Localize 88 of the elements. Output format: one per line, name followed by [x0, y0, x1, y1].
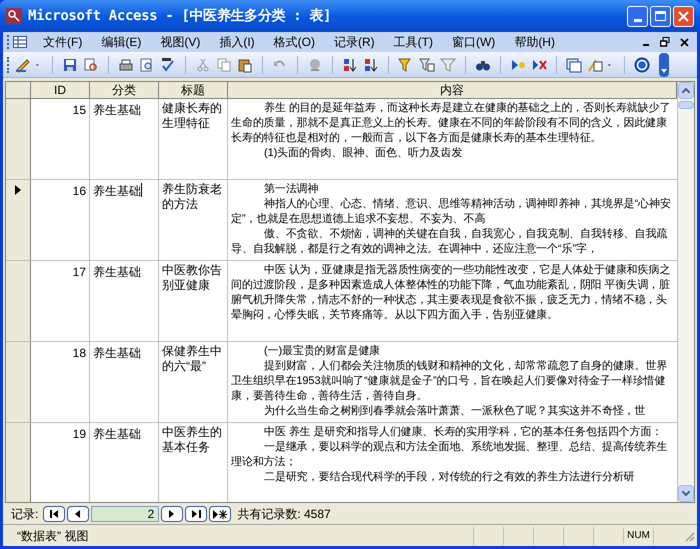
content-paragraph: 二是研究，要结合现代科学的手段，对传统的行之有效的养生方法进行分析研: [263, 470, 636, 485]
help-icon[interactable]: [634, 56, 650, 72]
toolbar-options-icon[interactable]: [659, 52, 669, 76]
scroll-down-button[interactable]: [678, 485, 694, 502]
filter-icon[interactable]: [440, 56, 456, 72]
design-view-icon[interactable]: [15, 56, 31, 72]
previous-icon[interactable]: [75, 510, 82, 518]
print-icon[interactable]: [118, 56, 134, 72]
record-number-field[interactable]: 2: [91, 506, 160, 522]
content-paragraph: 第一法调神: [263, 182, 320, 197]
menu-item[interactable]: 格式(O): [268, 33, 321, 51]
new-record-icon[interactable]: [213, 510, 228, 518]
category-cell-text: 养生基础: [93, 345, 141, 362]
filter-selection-icon[interactable]: [398, 56, 414, 72]
menu-item[interactable]: 记录(R): [328, 33, 381, 51]
content-paragraph: 养生 的目的是延年益寿，而这种长寿是建立在健康的基础之上的，否则长寿就缺少了生命的质量，那就不是真正意义上的长寿。健康在不同的年龄阶段有不同的含义，因此健康长寿的特征也是相对的，一般而言，以下各方面是健康长寿的基本生理特征。: [231, 101, 672, 146]
title-cell-text: 中医养生的基本任务: [162, 425, 223, 455]
num-lock-indicator: NUM: [623, 528, 653, 543]
close-icon[interactable]: [680, 38, 689, 46]
restore-icon[interactable]: [660, 37, 670, 47]
title-cell-text: 中医教你告别亚健康: [162, 263, 223, 293]
id-cell: 18: [31, 342, 90, 422]
window-title: Microsoft Access - [中医养生多分类 : 表]: [28, 6, 332, 26]
content-paragraph: 神指人的心理、心态、情绪、意识、思维等精神活动，调神即养神，其境界是“心神安定”，也就是在思想道德上追求不妄想、不妄为、不高: [231, 197, 672, 227]
paste-icon[interactable]: [237, 56, 253, 72]
menu-item[interactable]: 插入(I): [213, 33, 261, 51]
resize-grip-icon[interactable]: [683, 530, 695, 542]
content-paragraph: 提到财富，人们都会关注物质的钱财和精神的文化，却常常疏忽了自身的健康。世界卫生组织早在1953就叫响了“健康就是金子”的口号，旨在唤起人们要像对待金子一样珍惜健康，要善待生命，善待生活，善待自身。: [231, 359, 668, 404]
next-icon[interactable]: [169, 510, 176, 518]
record-selector[interactable]: [6, 342, 31, 422]
scroll-up-button[interactable]: [678, 82, 694, 99]
spell-check-icon[interactable]: [160, 56, 176, 72]
filter-form-icon[interactable]: [419, 56, 435, 72]
record-selector[interactable]: [6, 99, 31, 179]
first-record-icon[interactable]: [50, 510, 59, 518]
save-icon[interactable]: [62, 56, 78, 72]
category-cell-text: 养生基础: [93, 264, 141, 281]
record-selector[interactable]: [6, 423, 31, 502]
content-paragraph: 傲、不贪欲、不烦恼，调神的关键在自我，自我宽心，自我克制、自我转移、自我疏导、自我解脱，都是行之有效的调神之法。在调神中，还应注意一个“乐”字，: [231, 227, 668, 257]
new-object-icon[interactable]: [587, 56, 603, 72]
previous-record-button[interactable]: [67, 506, 90, 522]
new-record-button[interactable]: [209, 506, 232, 522]
sort-descending-icon[interactable]: [363, 56, 379, 72]
close-button[interactable]: [673, 6, 694, 26]
category-cell-text: 养生基础: [93, 426, 141, 443]
last-record-icon[interactable]: [192, 510, 201, 518]
menu-item[interactable]: 编辑(E): [95, 33, 148, 51]
content-paragraph: 一是继承，要以科学的观点和方法全面地、系统地发掘、整理、总结、提高传统养生理论和方法；: [231, 440, 668, 470]
category-cell-text: 养生基础: [93, 102, 141, 119]
menu-item[interactable]: 文件(F): [37, 33, 88, 51]
content-paragraph: 为什么当生命之树刚到春季就会落叶萧萧、一派秋色了呢？其实这并不奇怪，世: [263, 404, 647, 419]
minimize-button[interactable]: [627, 6, 648, 26]
category-cell-text: 养生基础: [93, 183, 141, 200]
current-record-icon: [15, 185, 21, 195]
database-window-icon[interactable]: [566, 56, 582, 72]
search-file-icon[interactable]: [83, 56, 99, 72]
menu-item[interactable]: 视图(V): [154, 33, 206, 51]
column-header[interactable]: 标题: [159, 82, 228, 98]
status-text: “数据表” 视图: [16, 528, 90, 544]
content-paragraph: (一)最宝贵的财富是健康: [263, 344, 382, 359]
last-record-button[interactable]: [185, 506, 208, 522]
next-record-button[interactable]: [161, 506, 184, 522]
content-paragraph: 中医 认为，亚健康是指无器质性病变的一些功能性改变，它是人体处于健康和疾病之间的过渡阶段，是多种因素造成人体整体性的功能下降，气血功能紊乱，阴阳 平衡失调，脏腑气机升降失常，情志不舒的一种状态，其主要表现是食欲不振，疲乏无力，情绪不稳，头晕胸闷，心悸失眠，关节疼痛等。从以下四方面入手，告别亚健康。: [231, 263, 672, 323]
first-record-button[interactable]: [43, 506, 66, 522]
record-selector[interactable]: [6, 180, 31, 260]
title-cell-text: 健康长寿的生理特征: [162, 101, 223, 131]
title-cell-text: 保健养生中的六“最”: [162, 344, 223, 374]
record-label: 记录:: [11, 506, 38, 523]
sort-ascending-icon[interactable]: [342, 56, 358, 72]
id-cell: 17: [31, 261, 90, 341]
id-cell: 19: [31, 423, 90, 502]
column-header[interactable]: 分类: [90, 82, 159, 98]
menu-item[interactable]: 工具(T): [388, 33, 439, 51]
table-icon[interactable]: [13, 36, 27, 48]
maximize-button[interactable]: [650, 6, 671, 26]
record-count: 共有记录数: 4587: [237, 506, 331, 523]
content-paragraph: 中医 养生 是研究和指导人们健康、长寿的实用学科，它的基本任务包括四个方面：: [263, 425, 664, 440]
copy-icon[interactable]: [216, 56, 232, 72]
id-cell: 16: [31, 180, 90, 260]
menu-item[interactable]: 帮助(H): [508, 33, 561, 51]
column-header[interactable]: ID: [31, 82, 90, 98]
menu-item[interactable]: 窗口(W): [446, 33, 502, 51]
id-cell: 15: [31, 99, 90, 179]
scroll-thumb[interactable]: [678, 101, 694, 109]
vertical-scrollbar[interactable]: [677, 82, 694, 502]
content-paragraph: (1)头面的骨肉、眼神、面色、听力及齿发: [263, 146, 464, 161]
record-selector[interactable]: [6, 261, 31, 341]
title-cell-text: 养生防衰老的方法: [162, 182, 223, 212]
